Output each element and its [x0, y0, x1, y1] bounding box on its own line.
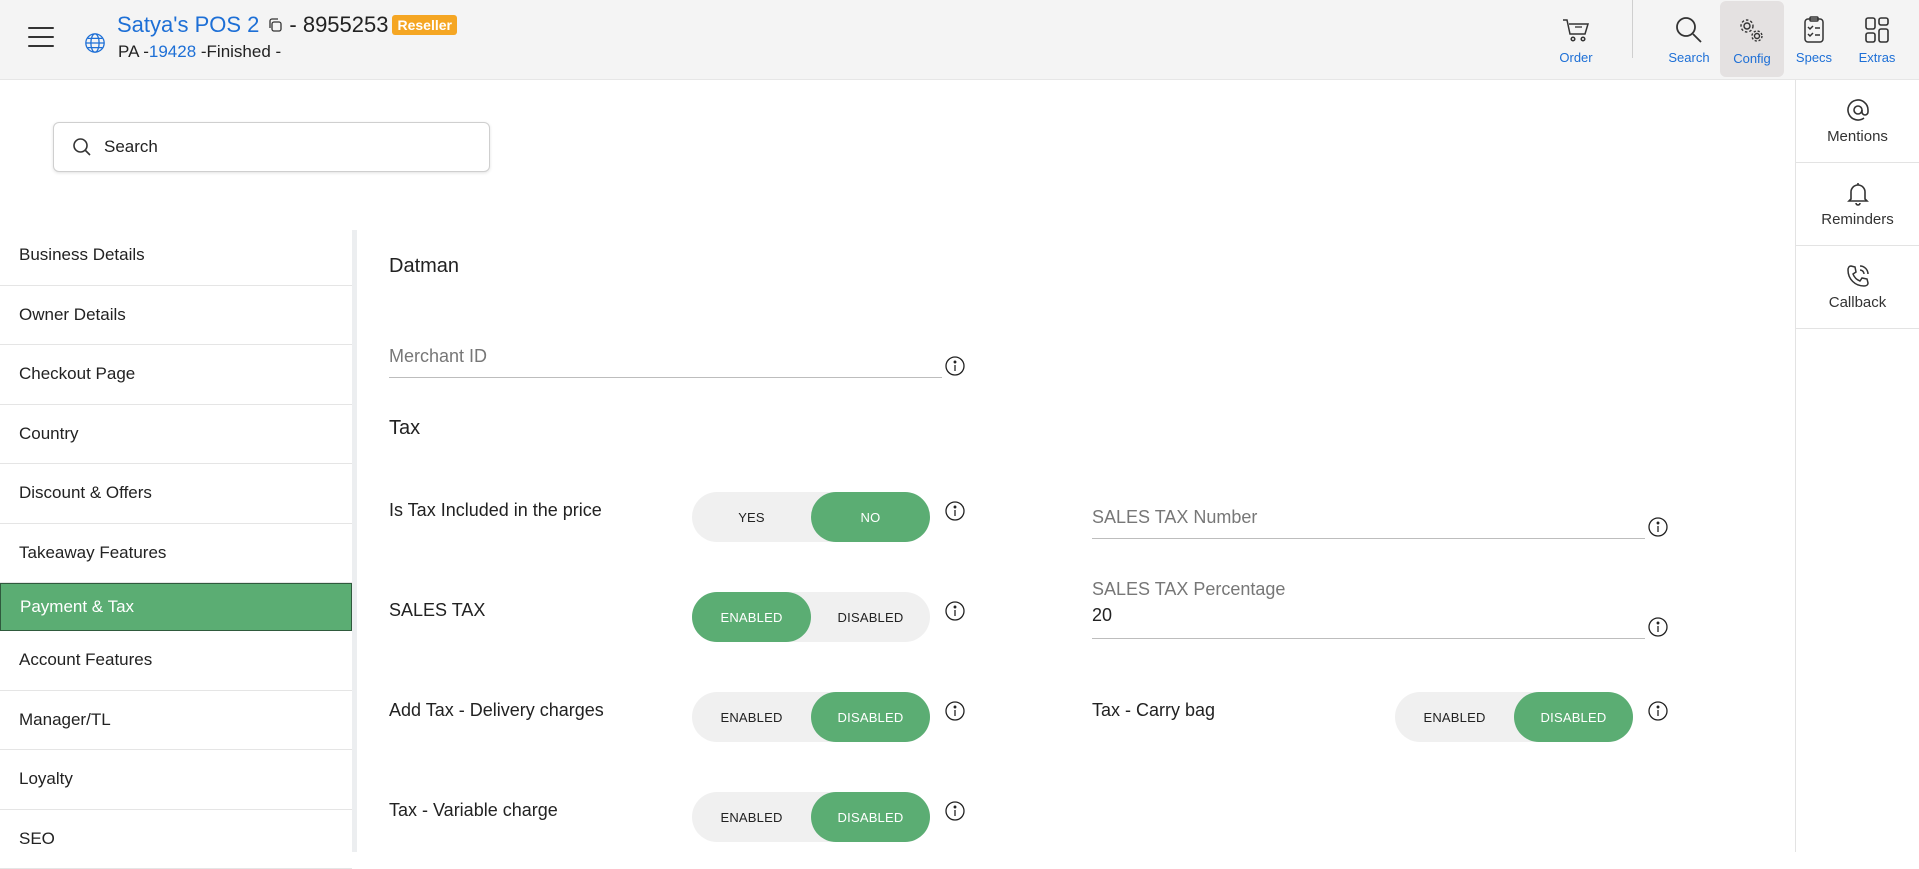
info-icon[interactable] [1647, 700, 1669, 722]
reseller-badge: Reseller [392, 15, 456, 35]
search-label: Search [1668, 50, 1709, 65]
variable-tax-label: Tax - Variable charge [389, 800, 558, 821]
variable-tax-enabled[interactable]: ENABLED [692, 792, 811, 842]
variable-tax-toggle: ENABLED DISABLED [692, 792, 930, 842]
sidebar-item-manager-tl[interactable]: Manager/TL [0, 691, 352, 751]
variable-tax-disabled[interactable]: DISABLED [811, 792, 930, 842]
sub-status: -Finished - [196, 42, 281, 61]
extras-label: Extras [1859, 50, 1896, 65]
checklist-icon [1798, 14, 1830, 46]
tax-included-no[interactable]: NO [811, 492, 930, 542]
specs-button[interactable]: Specs [1782, 0, 1846, 78]
sub-prefix: PA - [118, 42, 149, 61]
info-icon[interactable] [944, 700, 966, 722]
at-sign-icon [1845, 97, 1871, 123]
delivery-tax-disabled[interactable]: DISABLED [811, 692, 930, 742]
partner-id-link[interactable]: 19428 [149, 42, 196, 61]
info-icon[interactable] [1647, 516, 1669, 538]
bell-icon [1845, 180, 1871, 206]
carry-bag-tax-enabled[interactable]: ENABLED [1395, 692, 1514, 742]
sidebar-item-owner-details[interactable]: Owner Details [0, 286, 352, 346]
sales-tax-label: SALES TAX [389, 600, 485, 621]
sidebar-divider [352, 230, 357, 852]
phone-callback-icon [1845, 263, 1871, 289]
store-subtitle: PA -19428 -Finished - [118, 42, 281, 62]
sales-tax-percentage-field[interactable]: SALES TAX Percentage 20 [1092, 579, 1645, 639]
sales-tax-enabled[interactable]: ENABLED [692, 592, 811, 642]
delivery-tax-toggle: ENABLED DISABLED [692, 692, 930, 742]
merchant-id-field[interactable]: Merchant ID [389, 342, 942, 378]
order-button[interactable]: Order [1544, 0, 1608, 78]
sidebar-item-loyalty[interactable]: Loyalty [0, 750, 352, 810]
sales-tax-percentage-label: SALES TAX Percentage [1092, 579, 1285, 600]
sidebar-item-discount-offers[interactable]: Discount & Offers [0, 464, 352, 524]
store-id: - 8955253 [289, 12, 388, 38]
search-input[interactable] [104, 137, 484, 157]
info-icon[interactable] [944, 600, 966, 622]
info-icon[interactable] [944, 800, 966, 822]
tax-included-label: Is Tax Included in the price [389, 500, 602, 521]
sales-tax-toggle: ENABLED DISABLED [692, 592, 930, 642]
delivery-tax-enabled[interactable]: ENABLED [692, 692, 811, 742]
store-name-link[interactable]: Satya's POS 2 [117, 12, 259, 38]
sidebar-item-checkout-page[interactable]: Checkout Page [0, 345, 352, 405]
delivery-tax-label: Add Tax - Delivery charges [389, 700, 604, 721]
sidebar-item-account-features[interactable]: Account Features [0, 631, 352, 691]
extras-button[interactable]: Extras [1845, 0, 1909, 78]
sidebar-item-takeaway-features[interactable]: Takeaway Features [0, 524, 352, 584]
tax-section-title: Tax [389, 417, 420, 440]
sales-tax-percentage-value: 20 [1092, 605, 1112, 626]
sales-tax-disabled[interactable]: DISABLED [811, 592, 930, 642]
info-icon[interactable] [1647, 616, 1669, 638]
sidebar-item-country[interactable]: Country [0, 405, 352, 465]
info-icon[interactable] [944, 355, 966, 377]
search-icon [72, 137, 92, 157]
mentions-button[interactable]: Mentions [1796, 80, 1919, 163]
config-button[interactable]: Config [1720, 1, 1784, 77]
merchant-id-label: Merchant ID [389, 346, 487, 367]
copy-icon[interactable] [267, 17, 283, 33]
config-label: Config [1733, 51, 1771, 66]
datman-section-title: Datman [389, 255, 459, 278]
sidebar-item-seo[interactable]: SEO [0, 810, 352, 869]
settings-sidebar: Business Details Owner Details Checkout … [0, 226, 352, 869]
gears-icon [1736, 15, 1768, 47]
sidebar-item-payment-tax[interactable]: Payment & Tax [0, 583, 352, 631]
carry-bag-tax-toggle: ENABLED DISABLED [1395, 692, 1633, 742]
cart-icon [1560, 14, 1592, 46]
tax-included-yes[interactable]: YES [692, 492, 811, 542]
search-button[interactable]: Search [1657, 0, 1721, 78]
sidebar-item-business-details[interactable]: Business Details [0, 226, 352, 286]
sales-tax-number-label: SALES TAX Number [1092, 507, 1257, 528]
grid-icon [1861, 14, 1893, 46]
header-divider [1632, 0, 1633, 58]
specs-label: Specs [1796, 50, 1832, 65]
store-title: Satya's POS 2 - 8955253 Reseller [117, 12, 457, 38]
globe-icon [84, 32, 106, 54]
search-icon [1673, 14, 1705, 46]
right-panel: Mentions Reminders Callback [1795, 80, 1919, 852]
reminders-label: Reminders [1821, 211, 1894, 228]
search-box[interactable] [53, 122, 490, 172]
callback-button[interactable]: Callback [1796, 246, 1919, 329]
info-icon[interactable] [944, 500, 966, 522]
sales-tax-number-field[interactable]: SALES TAX Number [1092, 507, 1645, 539]
reminders-button[interactable]: Reminders [1796, 163, 1919, 246]
carry-bag-tax-disabled[interactable]: DISABLED [1514, 692, 1633, 742]
tax-included-toggle: YES NO [692, 492, 930, 542]
mentions-label: Mentions [1827, 128, 1888, 145]
carry-bag-tax-label: Tax - Carry bag [1092, 700, 1215, 721]
callback-label: Callback [1829, 294, 1887, 311]
top-header: Satya's POS 2 - 8955253 Reseller PA -194… [0, 0, 1919, 80]
order-label: Order [1559, 50, 1592, 65]
hamburger-menu-icon[interactable] [28, 27, 54, 49]
